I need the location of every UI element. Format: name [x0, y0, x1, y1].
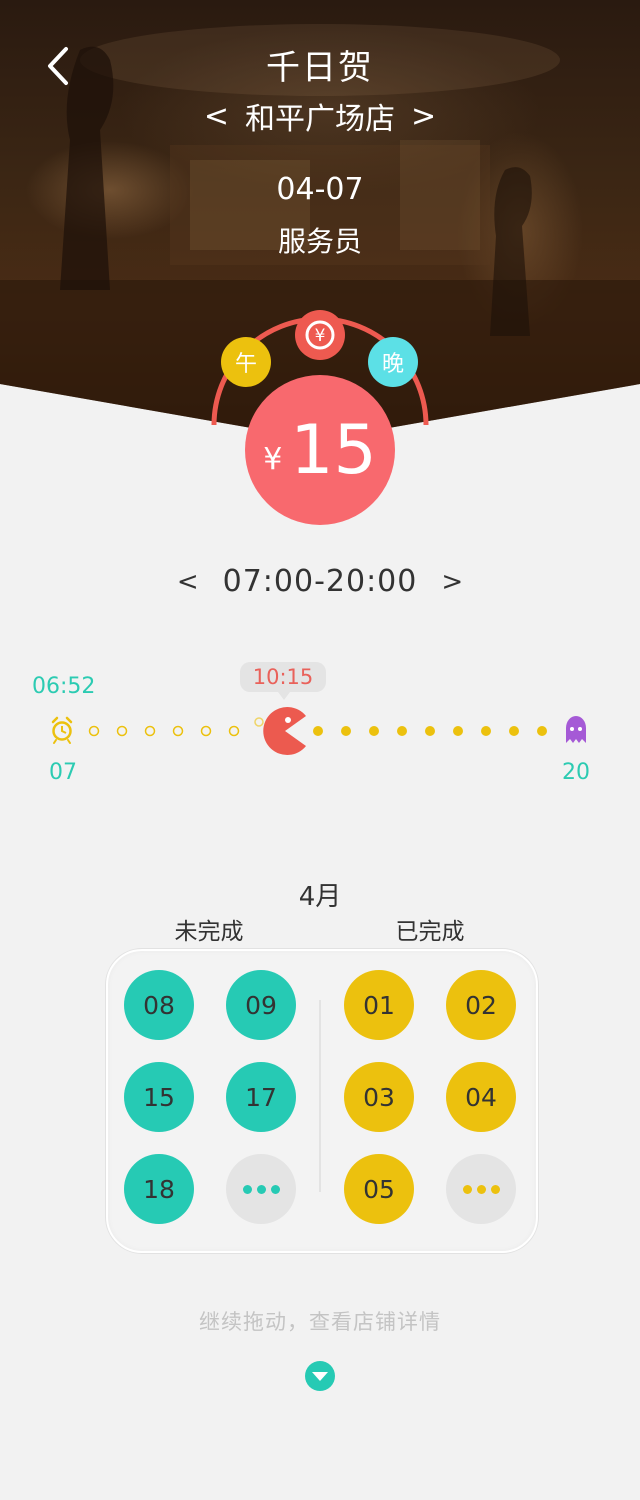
- branch-name: 和平广场店: [245, 102, 395, 137]
- timeline-track: [51, 707, 586, 755]
- complete-day[interactable]: 01: [344, 970, 414, 1040]
- incomplete-day[interactable]: 18: [124, 1154, 194, 1224]
- timeline-dot-remaining: [537, 726, 547, 736]
- timeline-dot-remaining: [313, 726, 323, 736]
- timeline-dot-elapsed: [144, 725, 156, 737]
- incomplete-day[interactable]: 17: [226, 1062, 296, 1132]
- hourly-wage-badge: ¥ 15: [245, 375, 395, 525]
- calendar-divider: [319, 1000, 321, 1192]
- branch-prev-button[interactable]: <: [204, 99, 229, 134]
- incomplete-day[interactable]: 09: [226, 970, 296, 1040]
- timeline-dot-elapsed: [200, 725, 212, 737]
- timeline-dot-remaining: [397, 726, 407, 736]
- work-timeline: 06:52 10:15 07 20: [0, 650, 640, 800]
- timeline-dot-remaining: [369, 726, 379, 736]
- timeline-dot-remaining: [509, 726, 519, 736]
- timeline-dot-elapsed: [228, 725, 240, 737]
- complete-day[interactable]: 05: [344, 1154, 414, 1224]
- store-name: 千日贺: [266, 48, 374, 88]
- incomplete-day[interactable]: 15: [124, 1062, 194, 1132]
- timeline-dot-elapsed: [116, 725, 128, 737]
- end-hour-label: 20: [562, 760, 590, 785]
- wage-amount: 15: [290, 410, 377, 490]
- time-range-selector: < 07:00-20:00 >: [0, 564, 640, 599]
- night-shift-button[interactable]: 晚: [368, 337, 418, 387]
- wage-shift-button[interactable]: ¥: [295, 310, 345, 360]
- chevron-down-icon: [312, 1372, 328, 1381]
- currency-symbol: ¥: [263, 441, 283, 477]
- timeline-dot-remaining: [453, 726, 463, 736]
- svg-text:¥: ¥: [315, 326, 326, 346]
- scroll-down-button[interactable]: [305, 1361, 335, 1391]
- time-range-prev-button[interactable]: <: [157, 567, 219, 597]
- time-range-text: 07:00-20:00: [222, 564, 418, 599]
- timeline-dot-remaining: [341, 726, 351, 736]
- start-hour-label: 07: [49, 760, 77, 785]
- ghost-icon: [566, 716, 586, 743]
- branch-next-button[interactable]: >: [411, 99, 436, 134]
- branch-selector: < 和平广场店 >: [0, 94, 640, 138]
- shift-date: 04-07: [276, 172, 364, 207]
- complete-day[interactable]: 02: [446, 970, 516, 1040]
- alarm-clock-icon: [51, 716, 73, 744]
- calendar-month: 4月: [298, 882, 342, 912]
- timeline-dot-remaining: [481, 726, 491, 736]
- more-incomplete-button[interactable]: [226, 1154, 296, 1224]
- incomplete-day[interactable]: 08: [124, 970, 194, 1040]
- time-range-next-button[interactable]: >: [421, 567, 483, 597]
- pacman-icon[interactable]: [254, 707, 306, 755]
- complete-day[interactable]: 04: [446, 1062, 516, 1132]
- noon-shift-button[interactable]: 午: [221, 337, 271, 387]
- more-dots-icon: [242, 1184, 280, 1194]
- complete-label: 已完成: [395, 919, 465, 945]
- more-complete-button[interactable]: [446, 1154, 516, 1224]
- drag-hint: 继续拖动，查看店铺详情: [199, 1310, 441, 1334]
- complete-day[interactable]: 03: [344, 1062, 414, 1132]
- more-dots-icon: [462, 1184, 500, 1194]
- incomplete-label: 未完成: [174, 919, 244, 945]
- timeline-dot-remaining: [425, 726, 435, 736]
- timeline-dot-elapsed: [88, 725, 100, 737]
- job-role: 服务员: [277, 225, 362, 258]
- yen-coin-icon: ¥: [305, 320, 335, 350]
- timeline-dot-elapsed: [172, 725, 184, 737]
